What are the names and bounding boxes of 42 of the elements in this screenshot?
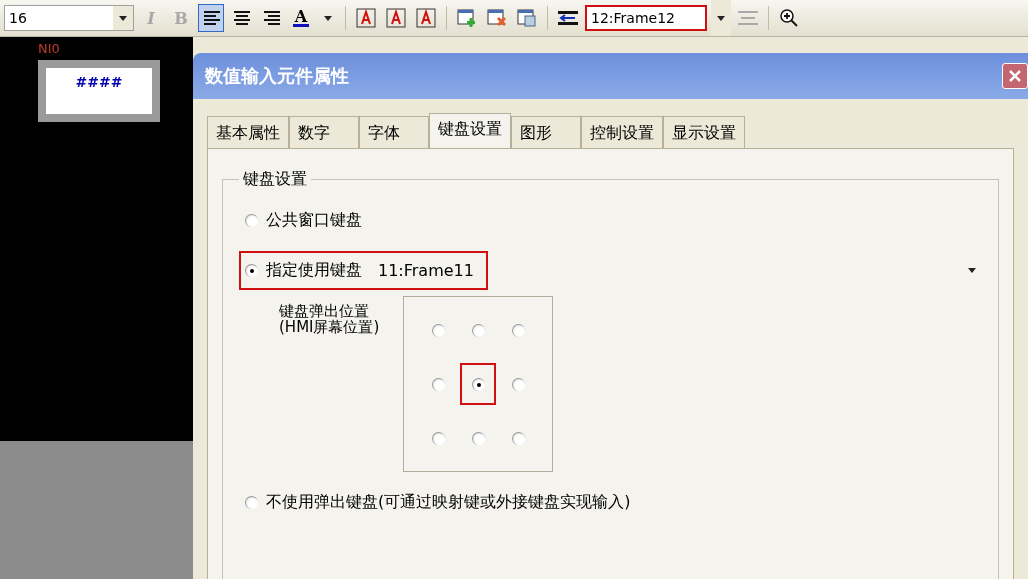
align-center-icon — [232, 10, 250, 26]
frame-select[interactable]: 12:Frame12 — [585, 5, 707, 31]
keyboard-option[interactable]: 公共窗口键盘 — [239, 204, 368, 237]
font-size-select[interactable]: 16 — [4, 5, 134, 31]
radio-button[interactable] — [511, 323, 525, 337]
radio-button[interactable] — [471, 431, 485, 445]
radio-button[interactable] — [431, 377, 445, 391]
radio-button[interactable] — [511, 377, 525, 391]
align-left-button[interactable] — [198, 4, 224, 32]
numeric-display[interactable]: #### — [38, 60, 160, 122]
radio-button[interactable] — [511, 431, 525, 445]
align-left-icon — [202, 10, 220, 26]
position-option[interactable] — [460, 363, 497, 405]
tab[interactable]: 基本属性 — [207, 116, 289, 148]
tab[interactable]: 键盘设置 — [429, 113, 511, 148]
frame-dropdown[interactable] — [711, 0, 731, 36]
caret-icon — [717, 15, 725, 21]
radio-button[interactable] — [245, 264, 258, 277]
keyboard-option[interactable]: 指定使用键盘 11:Frame11 — [239, 251, 488, 290]
radio-button[interactable] — [245, 214, 258, 227]
radio-button[interactable] — [431, 431, 445, 445]
dialog-title: 数值输入元件属性 — [205, 64, 349, 88]
object-label: NI0 — [38, 41, 61, 56]
tab[interactable]: 字体 — [359, 116, 429, 148]
position-label: 键盘弹出位置 (HMI屏幕位置) — [279, 304, 380, 338]
radio-button[interactable] — [245, 496, 258, 509]
align-right-icon — [262, 10, 280, 26]
radio-button[interactable] — [471, 323, 485, 337]
caret-icon — [968, 268, 976, 273]
tab[interactable]: 图形 — [511, 116, 581, 148]
radio-button[interactable] — [471, 377, 485, 391]
close-icon — [1008, 69, 1022, 83]
font-color-button[interactable]: A — [288, 4, 314, 32]
radio-button[interactable] — [431, 323, 445, 337]
close-button[interactable] — [1002, 63, 1028, 89]
tab[interactable]: 显示设置 — [663, 116, 745, 148]
group-title: 键盘设置 — [242, 169, 308, 190]
tab[interactable]: 数字 — [289, 116, 359, 148]
caret-icon — [119, 15, 127, 21]
keyboard-option[interactable]: 不使用弹出键盘(可通过映射键或外接键盘实现输入) — [239, 486, 637, 519]
caret-icon — [324, 15, 332, 21]
tab[interactable]: 控制设置 — [581, 116, 663, 148]
